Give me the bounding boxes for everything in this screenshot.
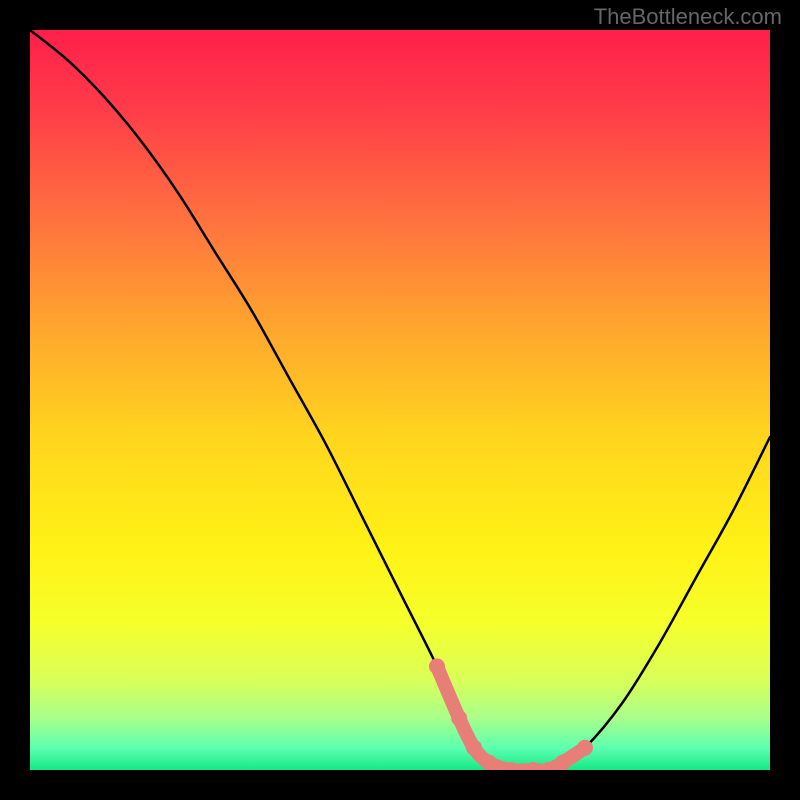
watermark-text: TheBottleneck.com [594,4,782,30]
chart-plot-area [30,30,770,770]
chart-curve-layer [30,30,770,770]
highlight-dot [451,710,467,726]
highlight-dot [555,755,571,770]
highlight-dot [466,740,482,756]
highlight-dot [429,658,445,674]
highlight-dot [481,755,497,770]
highlight-dot [577,740,593,756]
bottleneck-curve-line [30,30,770,770]
